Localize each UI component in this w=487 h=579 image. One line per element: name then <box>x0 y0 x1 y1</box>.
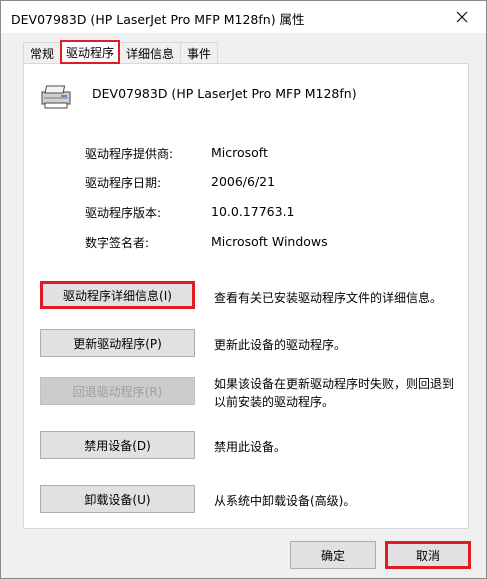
roll-back-driver-button[interactable]: 回退驱动程序(R) <box>40 377 195 405</box>
tab-events[interactable]: 事件 <box>180 42 219 64</box>
device-name: DEV07983D (HP LaserJet Pro MFP M128fn) <box>92 86 357 101</box>
driver-date-value: 2006/6/21 <box>211 174 276 189</box>
window-title: DEV07983D (HP LaserJet Pro MFP M128fn) 属… <box>11 12 305 27</box>
driver-details-description: 查看有关已安装驱动程序文件的详细信息。 <box>214 291 443 305</box>
uninstall-device-button[interactable]: 卸载设备(U) <box>40 485 195 513</box>
driver-provider-value: Microsoft <box>211 145 268 160</box>
driver-version-value: 10.0.17763.1 <box>211 204 295 219</box>
tab-bar: 常规 驱动程序 详细信息 事件 <box>23 40 219 64</box>
roll-back-driver-description: 如果该设备在更新驱动程序时失败，则回退到以前安装的驱动程序。 <box>214 377 455 409</box>
digital-signer-value: Microsoft Windows <box>211 234 328 249</box>
driver-version-label: 驱动程序版本: <box>85 206 162 220</box>
close-icon <box>456 11 468 23</box>
printer-icon <box>41 85 71 109</box>
tab-general[interactable]: 常规 <box>23 42 62 64</box>
uninstall-device-description: 从系统中卸载设备(高级)。 <box>214 494 356 508</box>
properties-dialog: DEV07983D (HP LaserJet Pro MFP M128fn) 属… <box>0 0 487 579</box>
tab-details[interactable]: 详细信息 <box>119 42 182 64</box>
cancel-button[interactable]: 取消 <box>385 541 471 569</box>
disable-device-button[interactable]: 禁用设备(D) <box>40 431 195 459</box>
update-driver-button[interactable]: 更新驱动程序(P) <box>40 329 195 357</box>
disable-device-description: 禁用此设备。 <box>214 440 287 454</box>
title-bar: DEV07983D (HP LaserJet Pro MFP M128fn) 属… <box>1 1 486 33</box>
digital-signer-label: 数字签名者: <box>85 236 150 250</box>
tab-driver[interactable]: 驱动程序 <box>60 40 121 64</box>
update-driver-description: 更新此设备的驱动程序。 <box>214 338 347 352</box>
close-button[interactable] <box>450 5 474 29</box>
driver-date-label: 驱动程序日期: <box>85 176 162 190</box>
driver-tab-panel: DEV07983D (HP LaserJet Pro MFP M128fn) 驱… <box>23 63 469 529</box>
driver-details-button[interactable]: 驱动程序详细信息(I) <box>40 281 195 309</box>
driver-provider-label: 驱动程序提供商: <box>85 147 174 161</box>
ok-button[interactable]: 确定 <box>290 541 376 569</box>
